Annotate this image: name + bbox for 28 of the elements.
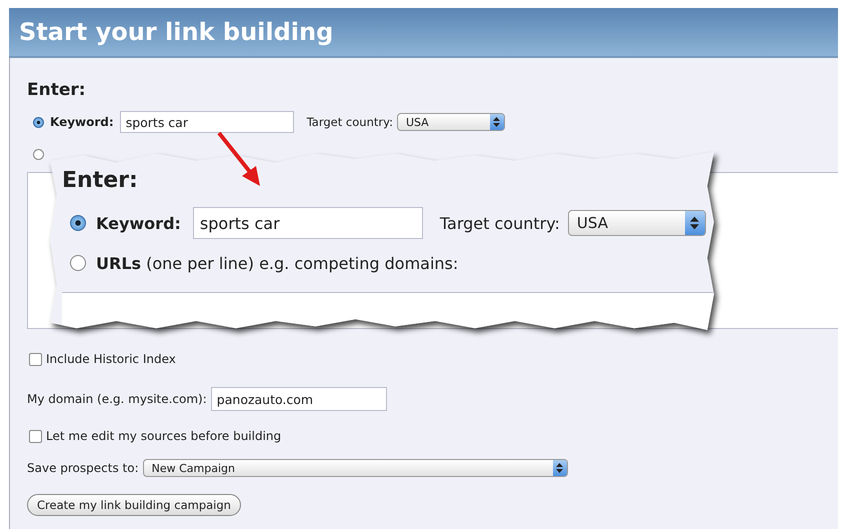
edit-sources-checkbox[interactable] [29,430,42,442]
create-campaign-button[interactable]: Create my link building campaign [27,494,241,516]
target-country-label: Target country: [440,214,560,232]
keyword-label: Keyword: [96,214,181,232]
keyword-label: Keyword: [50,115,114,129]
urls-radio[interactable] [70,255,86,271]
updown-arrows-icon [490,114,504,130]
updown-arrows-icon [684,211,705,235]
historic-checkbox[interactable] [29,352,42,366]
domain-field[interactable]: panozauto.com [210,387,387,411]
page-title: Start your link building [19,18,334,46]
keyword-radio[interactable] [70,215,86,231]
keyword-field[interactable]: sports car [120,111,294,133]
campaign-select[interactable]: New Campaign [142,459,568,477]
urls-label: URLs (one per line) e.g. competing domains: [96,254,458,272]
edit-sources-label: Let me edit my sources before building [46,429,282,443]
country-select[interactable]: USA [396,113,505,131]
urls-radio[interactable] [33,148,44,160]
domain-label: My domain (e.g. mysite.com): [27,392,207,406]
keyword-radio[interactable] [33,116,44,128]
target-country-label: Target country: [306,115,393,129]
section-heading: Enter: [27,80,87,102]
section-heading: Enter: [62,168,139,195]
historic-label: Include Historic Index [46,352,176,366]
keyword-field[interactable]: sports car [192,207,423,239]
save-prospects-label: Save prospects to: [27,461,139,475]
country-select[interactable]: USA [568,210,706,236]
updown-arrows-icon [552,460,567,476]
